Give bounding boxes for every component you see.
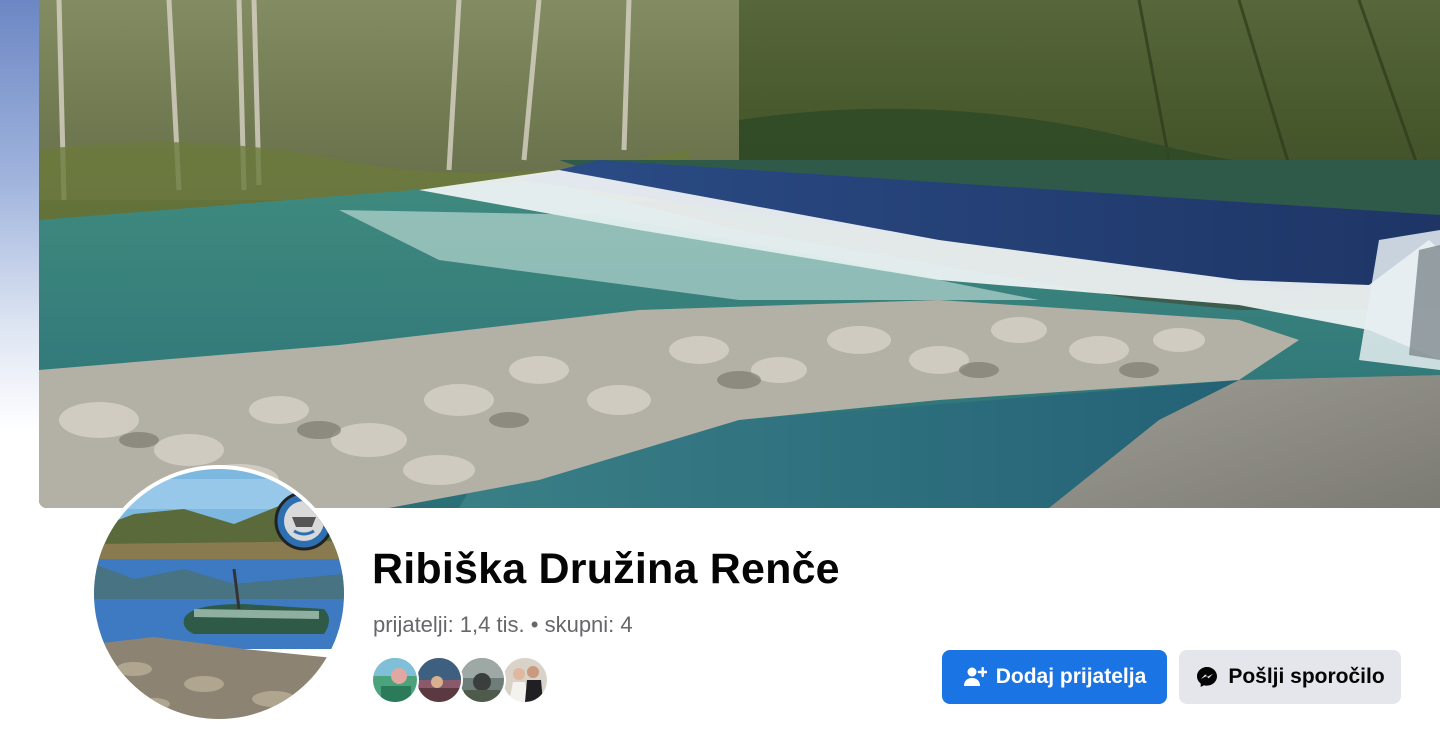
friend-avatar-2[interactable]: [415, 656, 463, 704]
left-gradient-strip: [0, 0, 40, 508]
friend-avatar-1[interactable]: [371, 656, 419, 704]
stats-separator: •: [530, 612, 539, 637]
profile-page: Ribiška Družina Renče prijatelji: 1,4 ti…: [0, 0, 1440, 735]
friend-avatar-4[interactable]: [501, 656, 549, 704]
send-message-button[interactable]: Pošlji sporočilo: [1179, 650, 1401, 704]
add-friend-button[interactable]: Dodaj prijatelja: [942, 650, 1167, 704]
add-person-icon: [963, 665, 987, 689]
friends-count[interactable]: prijatelji: 1,4 tis.: [373, 612, 525, 637]
profile-name: Ribiška Družina Renče: [372, 545, 840, 593]
profile-stats: prijatelji: 1,4 tis. • skupni: 4: [373, 612, 633, 638]
send-message-label: Pošlji sporočilo: [1228, 665, 1385, 688]
profile-avatar[interactable]: [90, 465, 348, 723]
cover-photo[interactable]: [39, 0, 1440, 508]
messenger-icon: [1195, 665, 1219, 689]
avatar-image: [94, 469, 344, 719]
friend-avatar-3[interactable]: [458, 656, 506, 704]
mutual-friends-avatars: [371, 656, 551, 704]
mutual-friends-count[interactable]: skupni: 4: [545, 612, 633, 637]
add-friend-label: Dodaj prijatelja: [995, 665, 1147, 688]
